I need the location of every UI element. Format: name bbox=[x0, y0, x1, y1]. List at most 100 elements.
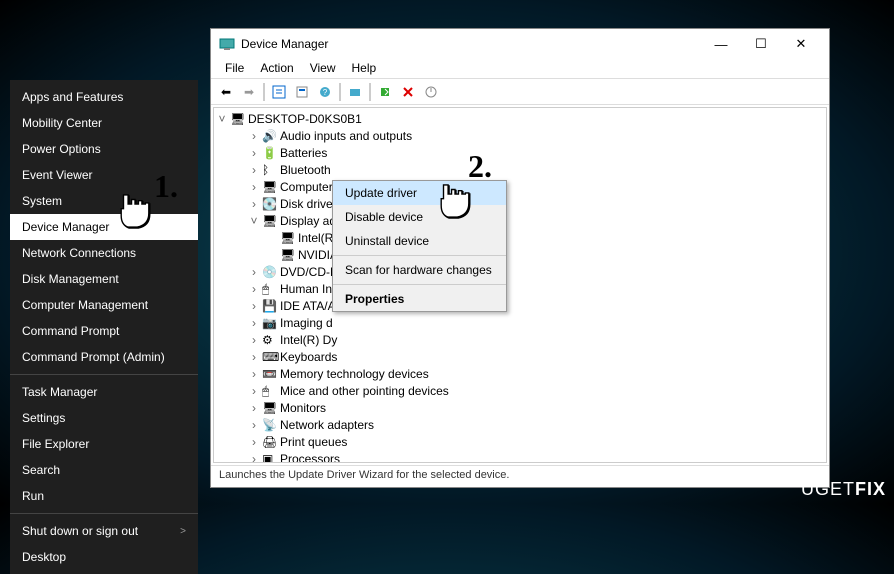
expand-icon[interactable]: › bbox=[248, 299, 260, 313]
menu-file[interactable]: File bbox=[217, 59, 252, 78]
winx-item-desktop[interactable]: Desktop bbox=[10, 544, 198, 570]
winx-item-command-prompt[interactable]: Command Prompt bbox=[10, 318, 198, 344]
menu-help[interactable]: Help bbox=[344, 59, 385, 78]
winx-item-shut-down-or-sign-out[interactable]: Shut down or sign out> bbox=[10, 518, 198, 544]
tree-category[interactable]: ›▣Processors bbox=[216, 450, 824, 463]
expand-icon[interactable]: › bbox=[248, 146, 260, 160]
maximize-button[interactable]: ☐ bbox=[741, 30, 781, 58]
winx-item-file-explorer[interactable]: File Explorer bbox=[10, 431, 198, 457]
ctx-properties[interactable]: Properties bbox=[333, 287, 506, 311]
window-title: Device Manager bbox=[241, 37, 701, 51]
winx-item-computer-management[interactable]: Computer Management bbox=[10, 292, 198, 318]
expand-icon[interactable]: › bbox=[248, 265, 260, 279]
titlebar[interactable]: Device Manager — ☐ ✕ bbox=[211, 29, 829, 59]
expand-icon[interactable]: › bbox=[248, 367, 260, 381]
context-menu: Update driverDisable deviceUninstall dev… bbox=[332, 180, 507, 312]
tree-category[interactable]: ›🖥Monitors bbox=[216, 399, 824, 416]
expand-icon[interactable]: › bbox=[248, 401, 260, 415]
tree-category[interactable]: ›📡Network adapters bbox=[216, 416, 824, 433]
tree-label: Computer bbox=[280, 180, 333, 194]
tree-device[interactable]: 🖥NVIDIA bbox=[216, 246, 824, 263]
tree-device[interactable]: 🖥Intel(R) bbox=[216, 229, 824, 246]
properties-button[interactable] bbox=[291, 81, 313, 103]
expand-icon[interactable]: › bbox=[248, 350, 260, 364]
svg-text:?: ? bbox=[323, 88, 328, 97]
tree-category[interactable]: ›💿DVD/CD-R bbox=[216, 263, 824, 280]
winx-menu: Apps and FeaturesMobility CenterPower Op… bbox=[10, 80, 198, 574]
menu-separator bbox=[10, 374, 198, 375]
back-button[interactable]: ⬅ bbox=[215, 81, 237, 103]
expand-icon[interactable]: › bbox=[248, 197, 260, 211]
winx-item-apps-and-features[interactable]: Apps and Features bbox=[10, 84, 198, 110]
scan-button[interactable] bbox=[344, 81, 366, 103]
winx-item-disk-management[interactable]: Disk Management bbox=[10, 266, 198, 292]
winx-group-2: Task ManagerSettingsFile ExplorerSearchR… bbox=[10, 379, 198, 509]
winx-item-settings[interactable]: Settings bbox=[10, 405, 198, 431]
tree-category[interactable]: ›🖱Mice and other pointing devices bbox=[216, 382, 824, 399]
tree-label: Human Int bbox=[280, 282, 335, 296]
tree-label: Disk drives bbox=[280, 197, 339, 211]
winx-item-device-manager[interactable]: Device Manager bbox=[10, 214, 198, 240]
tree-category[interactable]: ›🔊Audio inputs and outputs bbox=[216, 127, 824, 144]
winx-item-mobility-center[interactable]: Mobility Center bbox=[10, 110, 198, 136]
expand-icon[interactable]: › bbox=[248, 418, 260, 432]
winx-group-3: Shut down or sign out>Desktop bbox=[10, 518, 198, 570]
device-icon: 🔋 bbox=[262, 146, 278, 160]
tree-label: DVD/CD-R bbox=[280, 265, 339, 279]
expand-icon[interactable]: › bbox=[248, 333, 260, 347]
uninstall-button[interactable] bbox=[397, 81, 419, 103]
collapse-icon[interactable]: ˅ bbox=[248, 214, 260, 228]
tree-root[interactable]: ˅ 🖥 DESKTOP-D0KS0B1 bbox=[216, 110, 824, 127]
menu-separator bbox=[333, 255, 506, 256]
help-button[interactable]: ? bbox=[314, 81, 336, 103]
collapse-icon[interactable]: ˅ bbox=[216, 112, 228, 126]
tree-category[interactable]: ›💽Disk drives bbox=[216, 195, 824, 212]
tree-category[interactable]: ›⌨Keyboards bbox=[216, 348, 824, 365]
ctx-scan-for-hardware-changes[interactable]: Scan for hardware changes bbox=[333, 258, 506, 282]
expand-icon[interactable]: › bbox=[248, 316, 260, 330]
menu-action[interactable]: Action bbox=[252, 59, 301, 78]
menu-view[interactable]: View bbox=[302, 59, 344, 78]
app-icon bbox=[219, 36, 235, 52]
tree-category[interactable]: ›🖥Computer bbox=[216, 178, 824, 195]
disable-button[interactable] bbox=[420, 81, 442, 103]
device-icon: 🖥 bbox=[280, 231, 296, 245]
tree-category[interactable]: ›💾IDE ATA/AT bbox=[216, 297, 824, 314]
show-hidden-button[interactable] bbox=[268, 81, 290, 103]
winx-item-network-connections[interactable]: Network Connections bbox=[10, 240, 198, 266]
expand-icon[interactable]: › bbox=[248, 180, 260, 194]
forward-button[interactable]: ➡ bbox=[238, 81, 260, 103]
tree-category[interactable]: ›📼Memory technology devices bbox=[216, 365, 824, 382]
menubar: File Action View Help bbox=[211, 59, 829, 79]
expand-icon[interactable]: › bbox=[248, 282, 260, 296]
expand-icon[interactable]: › bbox=[248, 129, 260, 143]
expand-icon[interactable]: › bbox=[248, 384, 260, 398]
cursor-hand-icon bbox=[432, 178, 478, 229]
winx-item-search[interactable]: Search bbox=[10, 457, 198, 483]
tree-category[interactable]: ›ᛒBluetooth bbox=[216, 161, 824, 178]
close-button[interactable]: ✕ bbox=[781, 30, 821, 58]
expand-icon[interactable]: › bbox=[248, 435, 260, 449]
expand-icon[interactable]: › bbox=[248, 163, 260, 177]
tree-category[interactable]: ›🖱Human Int bbox=[216, 280, 824, 297]
tree-category[interactable]: ›⚙Intel(R) Dy bbox=[216, 331, 824, 348]
ctx-uninstall-device[interactable]: Uninstall device bbox=[333, 229, 506, 253]
menu-separator bbox=[333, 284, 506, 285]
update-driver-button[interactable] bbox=[374, 81, 396, 103]
device-tree[interactable]: ˅ 🖥 DESKTOP-D0KS0B1 ›🔊Audio inputs and o… bbox=[213, 107, 827, 463]
expand-icon[interactable]: › bbox=[248, 452, 260, 464]
tree-label: Monitors bbox=[280, 401, 326, 415]
tree-category[interactable]: ˅🖥Display adapters bbox=[216, 212, 824, 229]
tree-label: Audio inputs and outputs bbox=[280, 129, 412, 143]
device-icon: 📼 bbox=[262, 367, 278, 381]
winx-item-command-prompt-admin-[interactable]: Command Prompt (Admin) bbox=[10, 344, 198, 370]
tree-category[interactable]: ›🔋Batteries bbox=[216, 144, 824, 161]
tree-label: Network adapters bbox=[280, 418, 374, 432]
winx-item-run[interactable]: Run bbox=[10, 483, 198, 509]
tree-category[interactable]: ›📷Imaging d bbox=[216, 314, 824, 331]
minimize-button[interactable]: — bbox=[701, 30, 741, 58]
ctx-disable-device[interactable]: Disable device bbox=[333, 205, 506, 229]
winx-item-power-options[interactable]: Power Options bbox=[10, 136, 198, 162]
winx-item-task-manager[interactable]: Task Manager bbox=[10, 379, 198, 405]
tree-category[interactable]: ›🖨Print queues bbox=[216, 433, 824, 450]
